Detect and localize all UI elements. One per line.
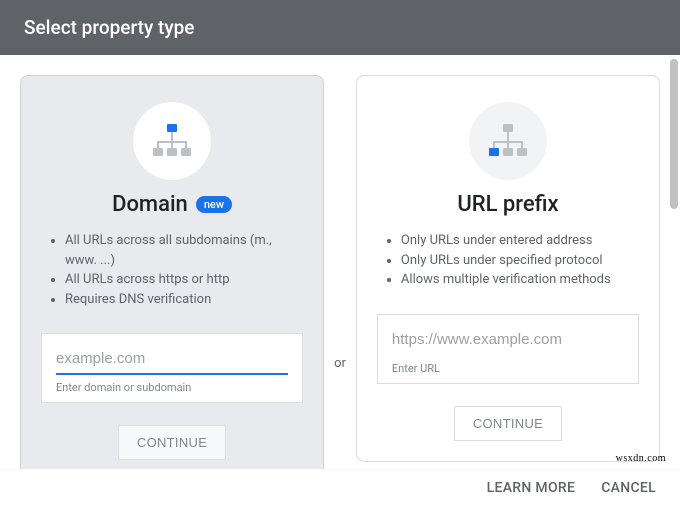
list-item: Requires DNS verification bbox=[65, 290, 303, 310]
url-title: URL prefix bbox=[457, 192, 558, 217]
domain-input[interactable] bbox=[56, 346, 288, 375]
learn-more-button[interactable]: LEARN MORE bbox=[487, 480, 576, 496]
list-item: All URLs across all subdomains (m., www.… bbox=[65, 231, 303, 270]
list-item: Only URLs under entered address bbox=[401, 231, 639, 251]
url-input-box: Enter URL bbox=[377, 314, 639, 384]
dialog-content: Domain new All URLs across all subdomain… bbox=[0, 55, 680, 481]
cancel-button[interactable]: CANCEL bbox=[601, 480, 656, 496]
separator-or: or bbox=[332, 356, 348, 371]
url-title-row: URL prefix bbox=[377, 192, 639, 217]
dialog-header: Select property type bbox=[0, 0, 680, 55]
scrollbar-thumb[interactable] bbox=[670, 59, 678, 209]
domain-input-box: Enter domain or subdomain bbox=[41, 333, 303, 403]
url-input[interactable] bbox=[392, 327, 624, 356]
watermark: wsxdn.com bbox=[616, 453, 666, 464]
list-item: Allows multiple verification methods bbox=[401, 270, 639, 290]
url-prefix-card[interactable]: URL prefix Only URLs under entered addre… bbox=[356, 75, 660, 462]
domain-continue-button[interactable]: CONTINUE bbox=[118, 425, 226, 460]
dialog-footer: LEARN MORE CANCEL bbox=[0, 469, 680, 506]
domain-features: All URLs across all subdomains (m., www.… bbox=[41, 231, 303, 309]
new-badge: new bbox=[196, 196, 232, 213]
url-input-hint: Enter URL bbox=[392, 362, 624, 375]
url-features: Only URLs under entered address Only URL… bbox=[377, 231, 639, 290]
url-continue-button[interactable]: CONTINUE bbox=[454, 406, 562, 441]
list-item: All URLs across https or http bbox=[65, 270, 303, 290]
domain-title-row: Domain new bbox=[41, 192, 303, 217]
list-item: Only URLs under specified protocol bbox=[401, 251, 639, 271]
domain-card[interactable]: Domain new All URLs across all subdomain… bbox=[20, 75, 324, 481]
domain-input-hint: Enter domain or subdomain bbox=[56, 381, 288, 394]
domain-title: Domain bbox=[112, 192, 188, 217]
sitemap-icon bbox=[133, 102, 211, 180]
dialog-title: Select property type bbox=[24, 16, 194, 39]
sitemap-icon bbox=[469, 102, 547, 180]
